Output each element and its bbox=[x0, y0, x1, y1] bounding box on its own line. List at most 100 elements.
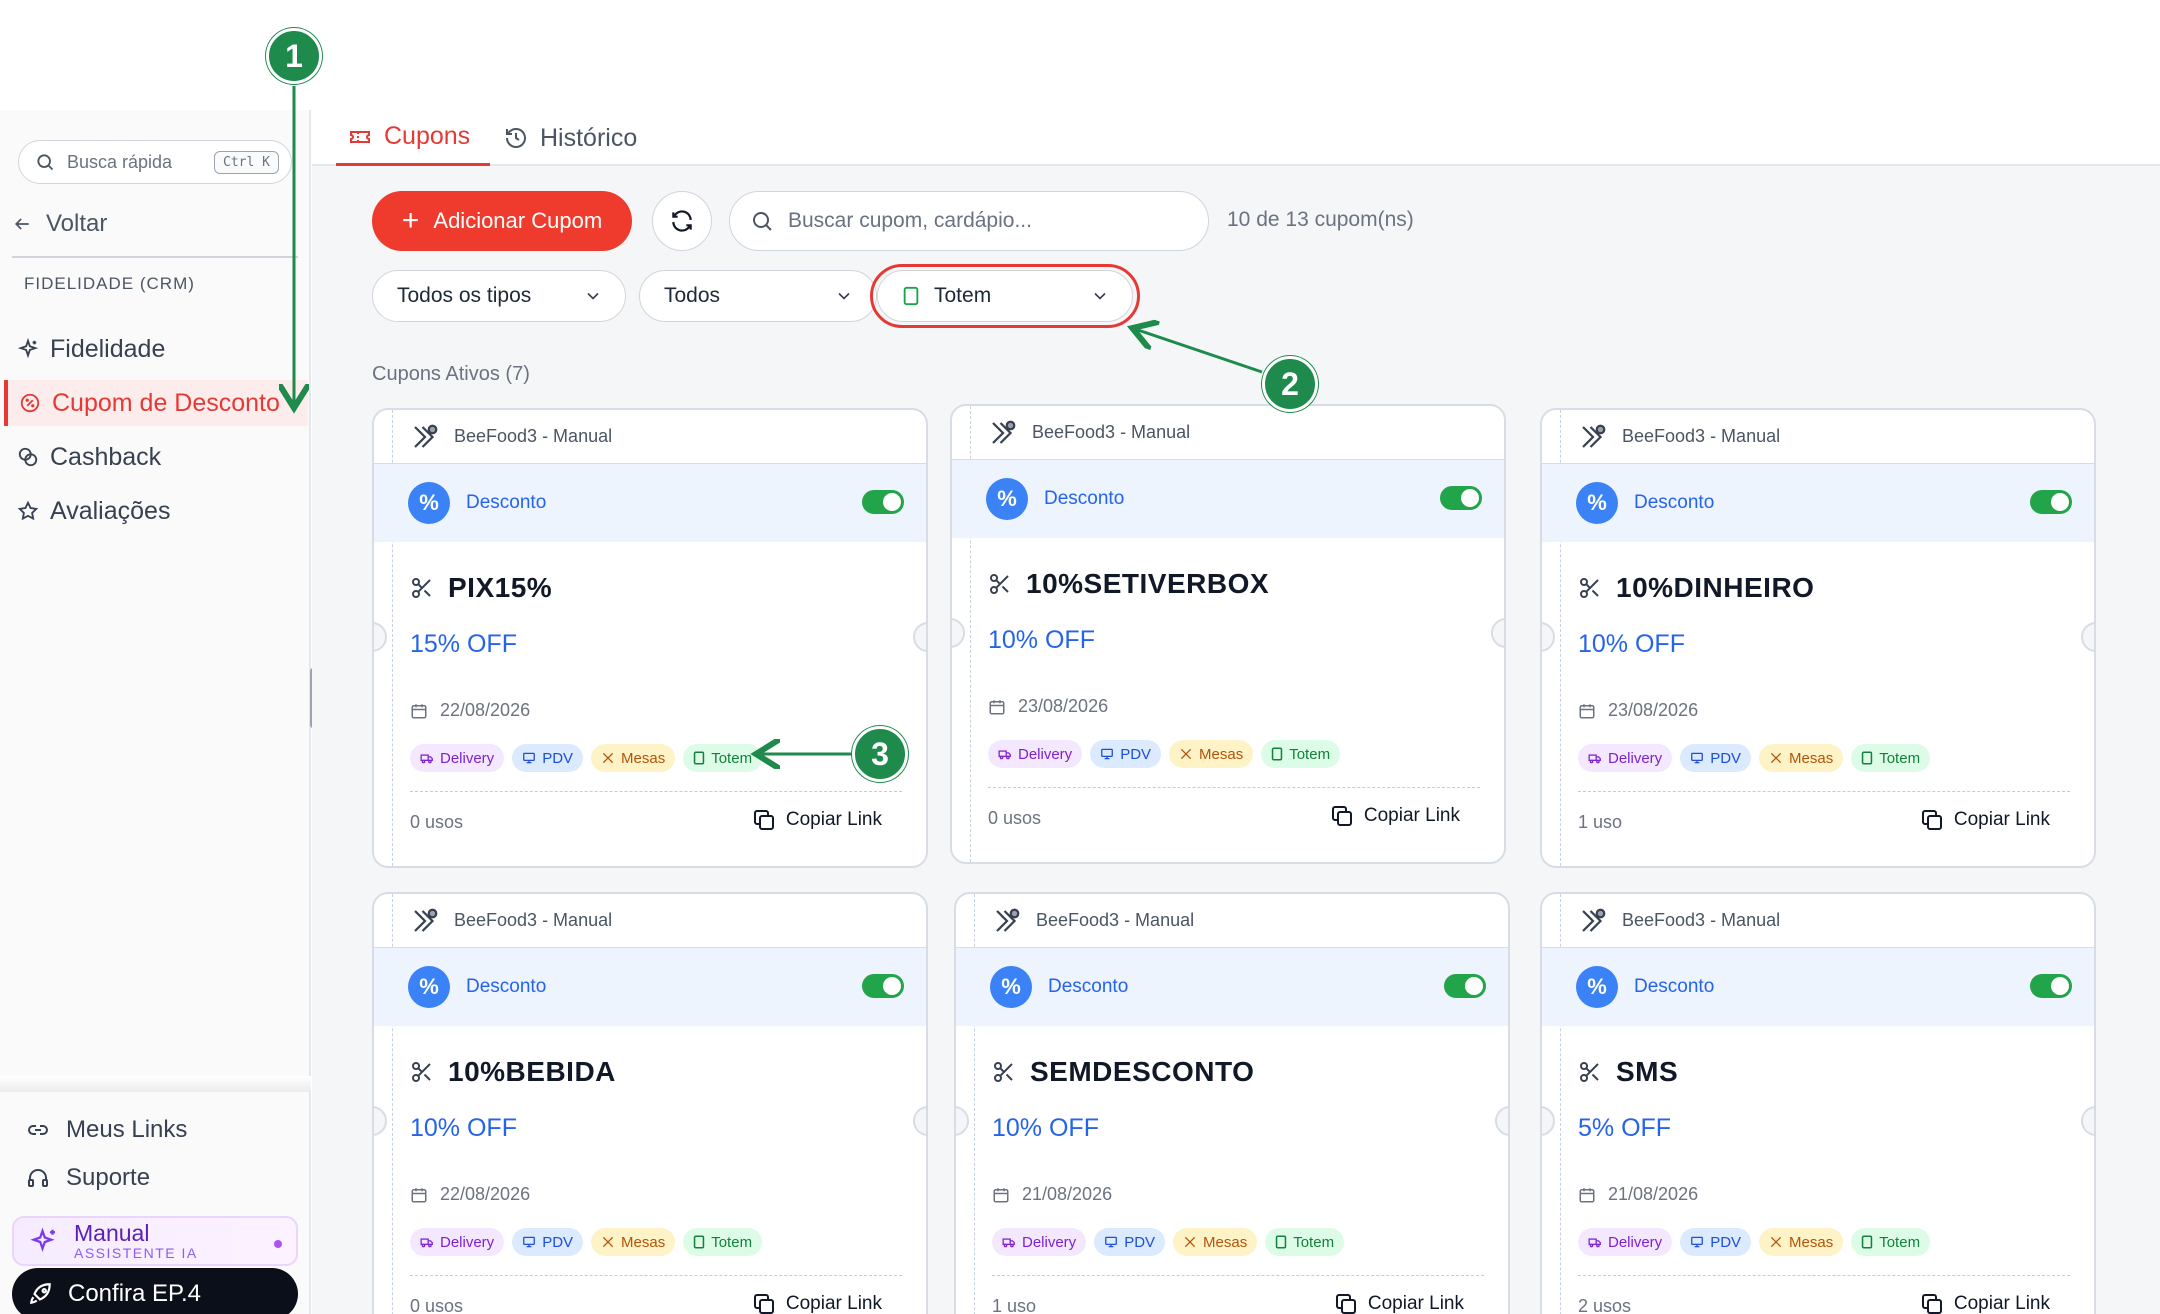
star-icon bbox=[16, 499, 40, 523]
coupon-enabled-toggle[interactable] bbox=[1440, 486, 1482, 510]
calendar-icon bbox=[411, 1187, 427, 1202]
card-source-label: BeeFood3 - Manual bbox=[1036, 910, 1195, 930]
channel-chips: Delivery PDV Mesas Totem bbox=[992, 1228, 1345, 1256]
coupon-card[interactable]: BeeFood3 - Manual % Desconto SMS 5% OFF … bbox=[1540, 892, 2096, 1314]
totem-icon bbox=[1271, 747, 1283, 761]
add-coupon-button[interactable]: + Adicionar Cupom bbox=[372, 191, 632, 251]
channel-chip-totem: Totem bbox=[1261, 740, 1341, 768]
tab-historico[interactable]: Histórico bbox=[504, 110, 637, 166]
totem-icon bbox=[693, 1235, 705, 1249]
chevron-down-icon bbox=[587, 292, 599, 300]
coupon-enabled-toggle[interactable] bbox=[2030, 974, 2072, 998]
sidebar-item-fidelidade[interactable]: Fidelidade bbox=[4, 326, 308, 372]
assistant-subtitle: ASSISTENTE IA bbox=[74, 1245, 198, 1261]
channel-chip-pdv: PDV bbox=[1680, 744, 1752, 772]
discount-badge-icon bbox=[18, 391, 42, 415]
mesas-icon bbox=[1769, 751, 1783, 765]
sidebar: Busca rápida Ctrl K Voltar FIDELIDADE (C… bbox=[0, 110, 311, 1314]
expiry-date-label: 23/08/2026 bbox=[1018, 696, 1109, 716]
sidebar-item-avaliacoes[interactable]: Avaliações bbox=[4, 488, 308, 534]
copy-link-button[interactable]: Copiar Link bbox=[1334, 1292, 1464, 1314]
channel-chips: Delivery PDV Mesas Totem bbox=[988, 740, 1341, 768]
promo-button[interactable]: Confira EP.4 bbox=[12, 1268, 298, 1314]
coupon-code-label: SEMDESCONTO bbox=[1030, 1056, 1255, 1087]
tab-label: Cupons bbox=[384, 122, 471, 150]
chip-label: PDV bbox=[1710, 1233, 1742, 1251]
coupon-search-input[interactable]: Buscar cupom, cardápio... bbox=[729, 191, 1209, 251]
divider bbox=[410, 1275, 902, 1276]
channel-chip-totem: Totem bbox=[1265, 1228, 1345, 1256]
brand-logo-icon bbox=[996, 908, 1020, 932]
coupon-card[interactable]: BeeFood3 - Manual % Desconto SEMDESCONTO… bbox=[954, 892, 1510, 1314]
brand-logo-icon bbox=[414, 908, 438, 932]
back-link[interactable]: Voltar bbox=[12, 210, 107, 238]
link-icon bbox=[28, 1125, 48, 1135]
sparkle-icon bbox=[16, 337, 40, 361]
card-source: BeeFood3 - Manual bbox=[952, 406, 1504, 460]
channel-chip-mesas: Mesas bbox=[1759, 744, 1844, 772]
chip-label: Delivery bbox=[1608, 1233, 1663, 1251]
chip-label: Delivery bbox=[440, 1233, 495, 1251]
divider bbox=[992, 1275, 1484, 1276]
channel-chip-delivery: Delivery bbox=[1578, 744, 1673, 772]
copy-link-button[interactable]: Copiar Link bbox=[1920, 1292, 2050, 1314]
my-links-link[interactable]: Meus Links bbox=[26, 1116, 187, 1144]
annotation-badge: 3 bbox=[852, 726, 908, 782]
ai-assistant-button[interactable]: Manual ASSISTENTE IA bbox=[12, 1216, 298, 1266]
calendar-icon bbox=[411, 703, 427, 718]
refresh-button[interactable] bbox=[652, 191, 712, 251]
active-coupons-title: Cupons Ativos (7) bbox=[372, 363, 530, 385]
delivery-icon bbox=[420, 751, 434, 765]
card-type-label: Desconto bbox=[1048, 976, 1129, 997]
support-link[interactable]: Suporte bbox=[26, 1164, 150, 1192]
coupon-enabled-toggle[interactable] bbox=[1444, 974, 1486, 998]
chip-label: Totem bbox=[711, 1233, 753, 1251]
pdv-icon bbox=[1690, 751, 1704, 765]
card-source-label: BeeFood3 - Manual bbox=[1622, 910, 1781, 930]
channel-chip-delivery: Delivery bbox=[992, 1228, 1087, 1256]
chip-label: PDV bbox=[1120, 745, 1152, 763]
channel-chips: Delivery PDV Mesas Totem bbox=[410, 1228, 763, 1256]
coupon-enabled-toggle[interactable] bbox=[862, 490, 904, 514]
copy-link-button[interactable]: Copiar Link bbox=[752, 1292, 882, 1314]
scissors-icon bbox=[990, 574, 1009, 594]
copy-link-button[interactable]: Copiar Link bbox=[1920, 808, 2050, 832]
status-filter-select[interactable]: Todos bbox=[639, 270, 877, 322]
card-type-row: % Desconto bbox=[1542, 464, 2094, 542]
card-notch bbox=[2081, 1106, 2094, 1136]
mesas-icon bbox=[1183, 1235, 1197, 1249]
copy-link-button[interactable]: Copiar Link bbox=[752, 808, 882, 832]
result-count: 10 de 13 cupom(ns) bbox=[1227, 208, 1414, 231]
divider bbox=[988, 787, 1480, 788]
card-type-row: % Desconto bbox=[374, 464, 926, 542]
coupon-card[interactable]: BeeFood3 - Manual % Desconto 10%DINHEIRO… bbox=[1540, 408, 2096, 868]
sidebar-item-label: Cashback bbox=[50, 442, 162, 471]
coupon-enabled-toggle[interactable] bbox=[862, 974, 904, 998]
type-filter-select[interactable]: Todos os tipos bbox=[372, 270, 626, 322]
expiry-date: 22/08/2026 bbox=[410, 1184, 530, 1205]
sidebar-item-cupom-de-desconto[interactable]: Cupom de Desconto bbox=[4, 380, 308, 426]
chevron-down-icon bbox=[838, 292, 850, 300]
discount-value: 10% OFF bbox=[410, 1114, 517, 1142]
tab-cupons[interactable]: Cupons bbox=[336, 110, 491, 166]
card-type-label: Desconto bbox=[466, 976, 547, 997]
coupon-code: 10%DINHEIRO bbox=[1578, 572, 1814, 604]
chip-label: Mesas bbox=[621, 1233, 666, 1251]
card-source: BeeFood3 - Manual bbox=[956, 894, 1508, 948]
copy-link-label: Copiar Link bbox=[1363, 805, 1460, 826]
percent-icon: % bbox=[986, 478, 1028, 520]
coupon-card[interactable]: BeeFood3 - Manual % Desconto 10%BEBIDA 1… bbox=[372, 892, 928, 1314]
card-source-label: BeeFood3 - Manual bbox=[454, 910, 613, 930]
status-dot bbox=[274, 1240, 282, 1248]
coupon-enabled-toggle[interactable] bbox=[2030, 490, 2072, 514]
quick-search-input[interactable]: Busca rápida Ctrl K bbox=[18, 140, 292, 184]
calendar-icon bbox=[1579, 1187, 1595, 1202]
card-notch bbox=[374, 1106, 387, 1136]
card-notch bbox=[956, 1106, 969, 1136]
pdv-icon bbox=[1100, 747, 1114, 761]
copy-link-button[interactable]: Copiar Link bbox=[1330, 804, 1460, 828]
sidebar-item-cashback[interactable]: Cashback bbox=[4, 434, 308, 480]
divider bbox=[1578, 791, 2070, 792]
coupon-card[interactable]: BeeFood3 - Manual % Desconto PIX15% 15% … bbox=[372, 408, 928, 868]
coupon-card[interactable]: BeeFood3 - Manual % Desconto 10%SETIVERB… bbox=[950, 404, 1506, 864]
